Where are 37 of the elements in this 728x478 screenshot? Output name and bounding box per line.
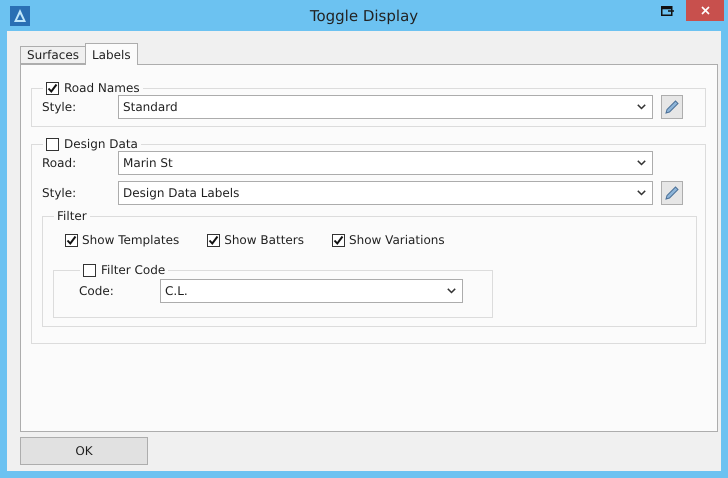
tab[interactable]: Surfaces bbox=[20, 46, 86, 64]
app-logo-icon bbox=[10, 6, 30, 26]
chevron-down-icon bbox=[637, 190, 646, 196]
chevron-down-icon bbox=[637, 104, 646, 110]
checkbox-label: Show Variations bbox=[348, 233, 445, 247]
checkbox[interactable] bbox=[83, 264, 96, 276]
edit-button[interactable] bbox=[661, 181, 683, 205]
checkbox[interactable] bbox=[332, 234, 345, 246]
field-label: Road: bbox=[42, 156, 78, 170]
chevron-down-icon bbox=[447, 288, 456, 294]
field-label: Style: bbox=[42, 186, 78, 200]
checkbox-label: Filter Code bbox=[101, 263, 166, 277]
edit-button[interactable] bbox=[661, 95, 683, 119]
dropdown[interactable]: Standard bbox=[118, 95, 653, 119]
window-title: Toggle Display bbox=[308, 6, 420, 24]
chevron-down-icon bbox=[637, 160, 646, 166]
checkbox-label: Road Names bbox=[64, 81, 140, 95]
checkbox[interactable] bbox=[207, 234, 220, 246]
checkbox[interactable] bbox=[46, 138, 59, 150]
restore-icon[interactable] bbox=[661, 6, 675, 16]
dropdown[interactable]: Marin St bbox=[118, 151, 653, 175]
checkbox-label: Show Batters bbox=[224, 233, 304, 247]
group-label: Filter bbox=[57, 209, 87, 223]
field-label: Style: bbox=[42, 100, 78, 114]
close-button[interactable] bbox=[686, 0, 724, 21]
tab[interactable]: Labels bbox=[84, 43, 138, 65]
checkbox-label: Design Data bbox=[64, 137, 138, 151]
ok-button[interactable]: OK bbox=[20, 437, 148, 465]
pencil-icon bbox=[664, 185, 680, 201]
pencil-icon bbox=[664, 99, 680, 115]
checkbox-label: Show Templates bbox=[82, 233, 180, 247]
dropdown[interactable]: C.L. bbox=[160, 279, 463, 303]
field-label: Code: bbox=[79, 284, 115, 298]
checkbox[interactable] bbox=[65, 234, 78, 246]
checkbox[interactable] bbox=[46, 82, 59, 94]
dropdown[interactable]: Design Data Labels bbox=[118, 181, 653, 205]
close-icon bbox=[700, 6, 710, 15]
